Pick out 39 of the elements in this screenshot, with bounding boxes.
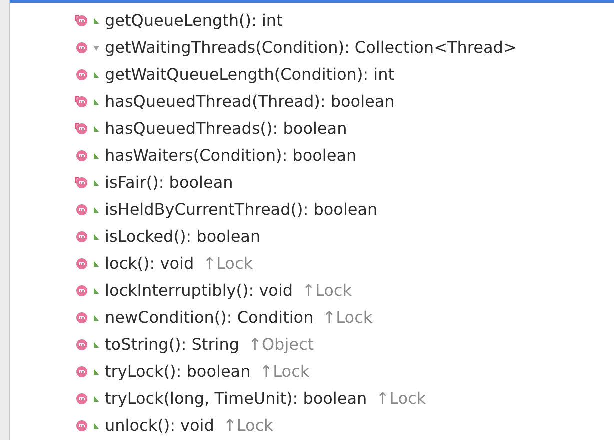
member-signature[interactable]: toString(): String <box>105 335 240 354</box>
inherited-from: ↑Lock <box>376 389 426 408</box>
method-icon <box>74 338 88 350</box>
method-icon <box>74 204 88 216</box>
method-icon <box>74 258 88 270</box>
member-signature[interactable]: unlock(): void <box>105 416 214 435</box>
member-signature[interactable]: getWaitQueueLength(Condition): int <box>105 65 395 84</box>
method-icon <box>74 366 88 378</box>
member-signature[interactable]: lockInterruptibly(): void <box>105 281 294 300</box>
method-icon <box>74 392 88 404</box>
member-signature[interactable]: lock(): void <box>105 254 194 273</box>
member-signature[interactable]: hasWaiters(Condition): boolean <box>105 146 357 165</box>
member-signature[interactable]: newCondition(): Condition <box>105 308 314 327</box>
member-signature[interactable]: isHeldByCurrentThread(): boolean <box>105 200 378 219</box>
inherited-from: ↑Lock <box>223 416 274 435</box>
member-signature[interactable]: hasQueuedThreads(): boolean <box>105 119 348 138</box>
member-signature[interactable]: tryLock(long, TimeUnit): boolean <box>105 389 368 408</box>
method-icon <box>74 42 88 54</box>
member-signature[interactable]: hasQueuedThread(Thread): boolean <box>105 92 395 111</box>
final-method-icon <box>74 96 88 108</box>
inherited-from: ↑Lock <box>302 281 352 300</box>
final-method-icon <box>74 14 88 26</box>
method-icon <box>74 68 88 80</box>
member-signature[interactable]: getWaitingThreads(Condition): Collection<Thread> <box>105 38 517 57</box>
method-icon <box>74 420 88 432</box>
final-method-icon <box>74 176 88 188</box>
member-signature[interactable]: tryLock(): boolean <box>105 362 251 381</box>
member-signature[interactable]: getQueueLength(): int <box>105 11 283 30</box>
inherited-from: ↑Lock <box>203 254 254 273</box>
member-signature[interactable]: isFair(): boolean <box>105 173 234 192</box>
member-signature[interactable]: isLocked(): boolean <box>105 227 261 246</box>
method-icon <box>74 284 88 296</box>
inherited-from: ↑Lock <box>322 308 373 327</box>
method-icon <box>74 312 88 324</box>
inherited-from: ↑Lock <box>260 362 310 381</box>
method-icon <box>74 230 88 242</box>
final-method-icon <box>74 122 88 134</box>
method-icon <box>74 150 88 162</box>
inherited-from: ↑Object <box>248 335 314 354</box>
